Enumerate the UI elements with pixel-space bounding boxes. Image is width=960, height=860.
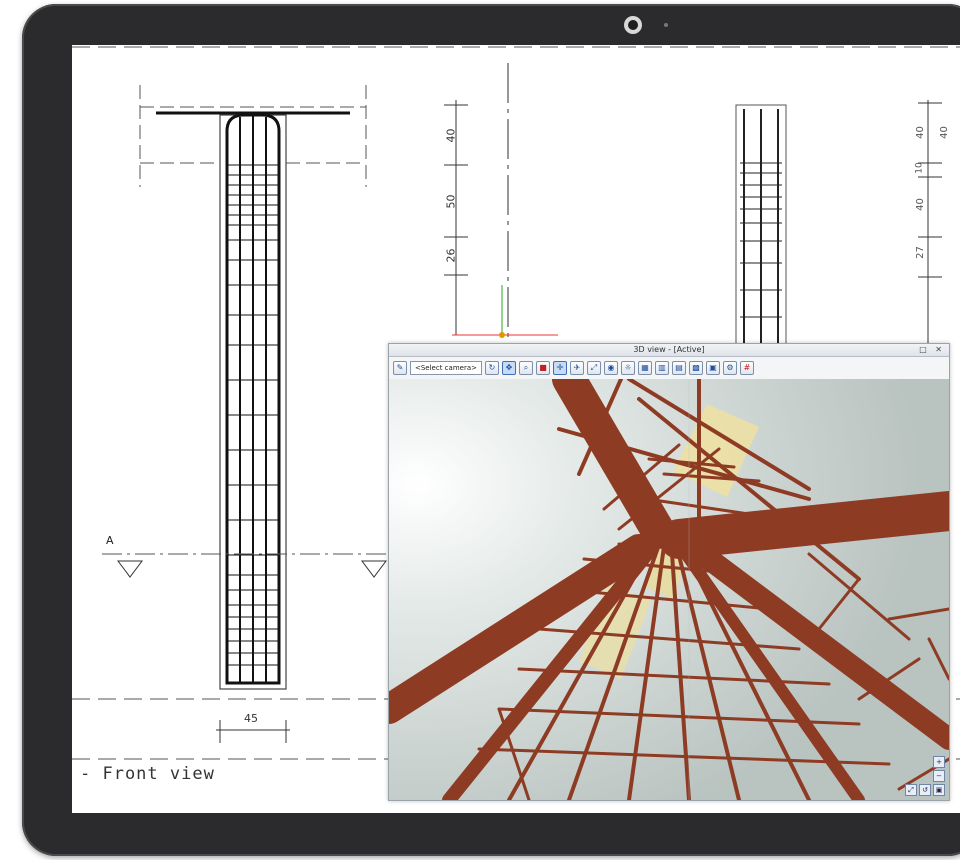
lights-icon[interactable]: ☼ [620,361,635,375]
light-sensor [664,23,668,27]
screenshot-icon[interactable]: ▣ [933,784,945,796]
3d-view-toolbar: ✎ <Select camera> ↻ ✥ ⌕ ■ ✛ ✈ ⤢ ◉ ☼ ▦ ▥ … [389,357,949,380]
dim-label-45: 45 [244,712,258,725]
render-icon[interactable]: ■ [535,361,550,375]
section-label-a: A [106,534,114,547]
select-camera-dropdown[interactable]: <Select camera> [410,361,482,375]
dim-label-right-4: 27 [914,246,926,259]
section-icon[interactable]: ▥ [654,361,669,375]
reset-icon[interactable]: ↺ [919,784,931,796]
dim-label-right-small: 10 [914,162,925,174]
window-buttons[interactable]: □ ✕ [919,344,945,356]
front-view-label: - Front view [80,764,215,784]
view-nav-controls: + − ⤢ ↺ ▣ [905,756,945,796]
zoom-out-icon[interactable]: − [933,770,945,782]
section-marker-left [117,560,143,578]
rebar-icon[interactable]: # [739,361,754,375]
dim-label-right-1: 40 [914,126,926,139]
dim-label-40: 40 [444,128,458,143]
zoom-in-icon[interactable]: + [933,756,945,768]
rebar-cage [225,113,281,685]
layers-icon[interactable]: ▤ [671,361,686,375]
fit-icon[interactable]: ⤢ [905,784,917,796]
side-column [735,104,787,346]
snapshot-icon[interactable]: ▣ [705,361,720,375]
move-icon[interactable]: ✛ [552,361,567,375]
dim-label-50: 50 [444,194,458,209]
settings-icon[interactable]: ⚙ [722,361,737,375]
zoom-icon[interactable]: ⌕ [518,361,533,375]
3d-scene[interactable] [389,379,949,800]
webcam-icon [624,16,642,34]
orbit-icon[interactable]: ↻ [484,361,499,375]
3d-view-title: 3D view - [Active] [633,345,705,354]
cad-screen: 40 50 26 40 40 10 40 27 45 A - Front vie… [72,45,960,813]
dim-label-26: 26 [444,248,458,263]
section-marker-right [361,560,387,578]
3d-view-window[interactable]: 3D view - [Active] □ ✕ ✎ <Select camera>… [388,343,950,801]
camera-icon[interactable]: ◉ [603,361,618,375]
pan-icon[interactable]: ✥ [501,361,516,375]
paint-icon[interactable]: ✎ [393,361,407,375]
3d-view-titlebar[interactable]: 3D view - [Active] □ ✕ [389,344,949,357]
walk-icon[interactable]: ⤢ [586,361,601,375]
materials-icon[interactable]: ▦ [637,361,652,375]
grid-icon[interactable]: ▩ [688,361,703,375]
origin-point [499,332,505,338]
dim-label-right-3: 40 [914,198,926,211]
fly-icon[interactable]: ✈ [569,361,584,375]
dim-label-right-2: 40 [938,126,950,139]
